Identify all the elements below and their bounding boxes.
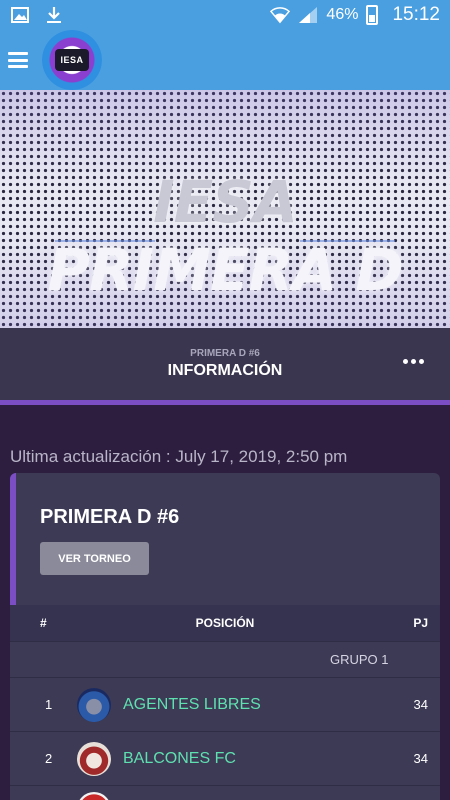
more-dots-icon[interactable] xyxy=(403,359,424,364)
clock: 15:12 xyxy=(392,4,440,25)
banner-decor-line-left xyxy=(55,240,155,242)
team-name-link[interactable]: AGENTES LIBRES xyxy=(123,696,261,714)
image-icon xyxy=(10,5,30,25)
card-title: PRIMERA D #6 xyxy=(40,506,180,528)
row-rank: 1 xyxy=(45,697,53,712)
row-pj: 34 xyxy=(413,751,428,766)
info-subtitle: PRIMERA D #6 xyxy=(190,348,260,359)
logo-text: IESA xyxy=(55,49,89,71)
info-title: INFORMACIÓN xyxy=(167,362,283,379)
card-header: PRIMERA D #6 VER TORNEO xyxy=(10,473,440,605)
banner-title-part1: IESA xyxy=(153,168,298,236)
ver-torneo-button[interactable]: VER TORNEO xyxy=(40,542,149,575)
app-logo[interactable]: IESA xyxy=(42,30,102,90)
row-rank: 2 xyxy=(45,751,53,766)
standings-header: # POSICIÓN PJ xyxy=(10,605,440,641)
tournament-card: PRIMERA D #6 VER TORNEO # POSICIÓN PJ GR… xyxy=(10,473,440,800)
last-update-text: Ultima actualización : July 17, 2019, 2:… xyxy=(10,447,348,466)
battery-icon xyxy=(366,5,379,25)
team-name-link[interactable]: BALCONES FC xyxy=(123,750,236,768)
download-icon xyxy=(44,5,64,25)
hamburger-icon[interactable] xyxy=(8,50,28,70)
info-header: PRIMERA D #6 INFORMACIÓN xyxy=(0,328,450,400)
accent-divider xyxy=(0,400,450,405)
app-bar: IESA xyxy=(0,30,450,90)
signal-icon xyxy=(298,5,318,25)
wifi-icon xyxy=(270,5,291,25)
table-row[interactable]: 2 BALCONES FC 34 xyxy=(10,731,440,785)
group-label: GRUPO 1 xyxy=(330,652,389,667)
banner-title: IESA PRIMERA D xyxy=(0,168,450,304)
table-row[interactable]: 1 AGENTES LIBRES 34 xyxy=(10,677,440,731)
banner-title-part2: PRIMERA D xyxy=(47,236,404,304)
team-crest-icon xyxy=(77,687,111,722)
header-position: POSICIÓN xyxy=(195,616,255,630)
banner-decor-line-right xyxy=(300,240,395,242)
battery-percent: 46% xyxy=(326,6,359,23)
group-row: GRUPO 1 xyxy=(10,641,440,677)
row-pj: 34 xyxy=(413,697,428,712)
status-bar: 46% 15:12 xyxy=(0,0,450,30)
hero-banner: IESA PRIMERA D xyxy=(0,90,450,328)
header-pj: PJ xyxy=(413,616,428,630)
team-crest-icon xyxy=(77,792,111,800)
table-row-partial[interactable] xyxy=(10,785,440,800)
team-crest-icon xyxy=(77,741,111,776)
